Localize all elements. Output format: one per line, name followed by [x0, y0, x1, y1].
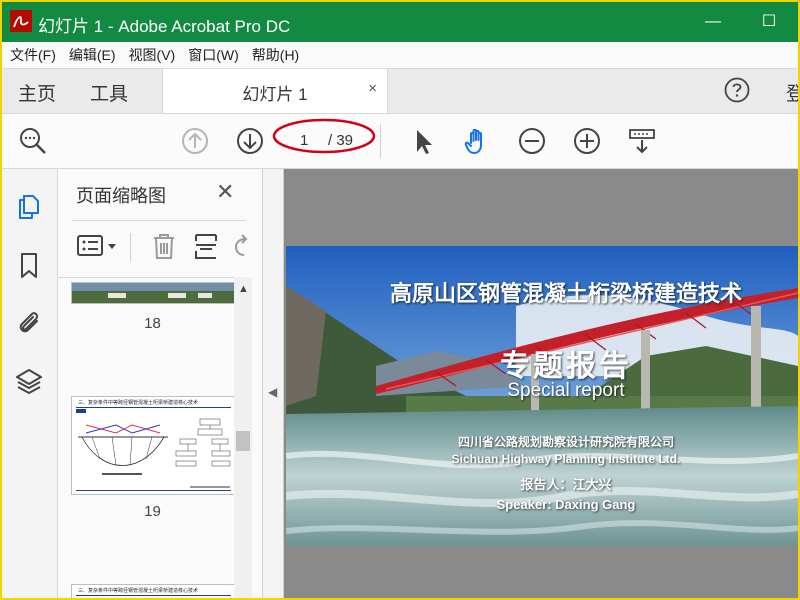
menu-bar: 文件(F) 编辑(E) 视图(V) 窗口(W) 帮助(H): [2, 42, 798, 69]
panel-title: 页面缩略图: [76, 186, 166, 206]
next-page-icon[interactable]: [235, 126, 265, 156]
help-icon[interactable]: [724, 77, 750, 103]
magnify-comment-icon[interactable]: [18, 126, 48, 156]
tab-home[interactable]: 主页: [18, 79, 56, 106]
zoom-out-icon[interactable]: [517, 126, 547, 156]
slide-speaker: 报告人：江大兴: [520, 477, 612, 492]
scroll-up-icon[interactable]: ▲: [238, 283, 249, 295]
page-19-diagram: [76, 407, 231, 491]
page-19-heading: 三、复杂条件中等跨径钢管混凝土桁梁桥建造核心技术: [78, 400, 199, 406]
tab-bar: 主页 工具 幻灯片 1 × 登: [2, 69, 798, 114]
panel-toolbar-separator: [130, 233, 131, 261]
thumbnail-page-19[interactable]: 三、复杂条件中等跨径钢管混凝土桁梁桥建造核心技术: [71, 396, 234, 495]
zoom-in-icon[interactable]: [572, 126, 602, 156]
page-18-preview: [72, 283, 234, 303]
page-thumbnails-panel: 页面缩略图 ✕ 18 三、复杂条件中等跨径钢管混凝土桁梁桥建造核心技术 19 三…: [58, 169, 263, 598]
slide-speaker-en: Speaker: Daxing Gang: [496, 497, 636, 512]
menu-help[interactable]: 帮助(H): [247, 42, 304, 68]
bookmark-icon[interactable]: [15, 251, 43, 279]
tab-tools[interactable]: 工具: [90, 79, 128, 106]
title-bar: 幻灯片 1 - Adobe Acrobat Pro DC — ☐: [2, 2, 798, 42]
menu-window[interactable]: 窗口(W): [183, 42, 244, 68]
thumbnail-options-icon[interactable]: [76, 231, 120, 261]
slide-subtitle: 专题报告: [500, 349, 632, 384]
slide-subtitle-en: Special report: [507, 380, 625, 401]
page-20-rule: [76, 595, 231, 596]
menu-edit[interactable]: 编辑(E): [64, 42, 121, 68]
thumbnail-label-19: 19: [144, 503, 161, 520]
toolbar-separator: [380, 124, 381, 158]
thumbnail-label-18: 18: [144, 315, 161, 332]
navigation-rail: [2, 169, 58, 598]
pages-icon[interactable]: [15, 192, 43, 220]
slide-page: 高原山区钢管混凝土桁梁桥建造技术 专题报告 Special report 四川省…: [286, 246, 798, 546]
delete-page-icon[interactable]: [150, 231, 178, 261]
menu-file[interactable]: 文件(F): [5, 42, 61, 68]
acrobat-window: 幻灯片 1 - Adobe Acrobat Pro DC — ☐ 文件(F) 编辑…: [0, 0, 800, 600]
minimize-button[interactable]: —: [696, 8, 730, 36]
window-title: 幻灯片 1 - Adobe Acrobat Pro DC: [38, 17, 291, 36]
thumbnail-page-20[interactable]: 三、复杂条件中等跨径钢管混凝土桁梁桥建造核心技术: [71, 584, 234, 598]
page-20-heading: 三、复杂条件中等跨径钢管混凝土桁梁桥建造核心技术: [78, 588, 199, 594]
sign-in-label[interactable]: 登: [786, 79, 798, 106]
tab-document[interactable]: 幻灯片 1 ×: [162, 69, 388, 113]
extract-page-icon[interactable]: [192, 231, 220, 261]
toolbar: 1 / 39: [2, 114, 798, 169]
select-arrow-icon[interactable]: [408, 126, 438, 156]
thumbnail-page-18[interactable]: [71, 282, 234, 304]
red-ellipse-annotation: [272, 118, 376, 154]
panel-collapse-bar[interactable]: ◀: [263, 169, 284, 598]
slide-organization: 四川省公路规划勘察设计研究院有限公司: [457, 435, 674, 449]
document-view[interactable]: 高原山区钢管混凝土桁梁桥建造技术 专题报告 Special report 四川省…: [284, 169, 798, 598]
keyboard-tool-icon[interactable]: [627, 126, 657, 156]
slide-title: 高原山区钢管混凝土桁梁桥建造技术: [389, 281, 742, 306]
thumbnail-list: 18 三、复杂条件中等跨径钢管混凝土桁梁桥建造核心技术 19 三、复杂条件中等跨…: [58, 277, 234, 598]
slide-organization-en: Sichuan Highway Planning Institute Ltd.: [451, 452, 681, 466]
acrobat-app-icon: [10, 10, 32, 32]
maximize-button[interactable]: ☐: [752, 8, 786, 36]
collapse-left-icon[interactable]: ◀: [268, 385, 277, 399]
rotate-page-icon[interactable]: [232, 231, 248, 261]
thumbnail-scrollbar[interactable]: ▲: [234, 277, 252, 598]
panel-divider: [72, 220, 246, 221]
hand-icon[interactable]: [462, 126, 492, 156]
attachment-icon[interactable]: [15, 308, 43, 336]
document-tab-label: 幻灯片 1: [242, 85, 308, 104]
close-tab-icon[interactable]: ×: [368, 80, 377, 97]
scrollbar-thumb[interactable]: [236, 431, 250, 451]
menu-view[interactable]: 视图(V): [124, 42, 181, 68]
panel-close-icon[interactable]: ✕: [216, 179, 234, 205]
prev-page-icon[interactable]: [180, 126, 210, 156]
layers-icon[interactable]: [15, 367, 43, 395]
